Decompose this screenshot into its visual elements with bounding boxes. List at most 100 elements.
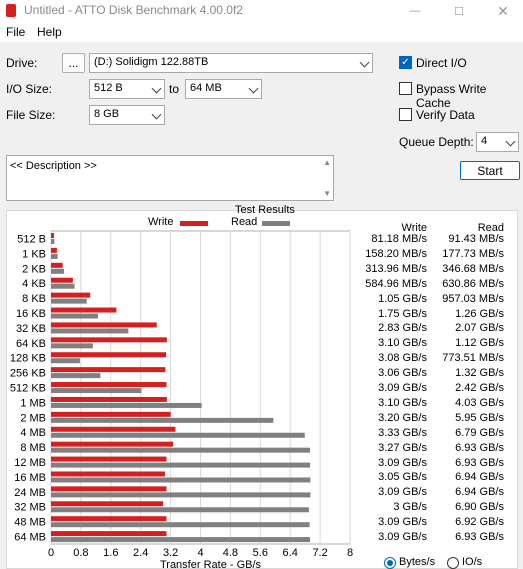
read-value: 4.03 GB/s bbox=[455, 396, 504, 409]
write-bar bbox=[51, 441, 174, 447]
read-value: 346.68 MB/s bbox=[442, 262, 504, 275]
read-value: 630.86 MB/s bbox=[442, 277, 504, 290]
write-value: 3.09 GB/s bbox=[378, 516, 427, 529]
read-value: 6.93 GB/s bbox=[455, 441, 504, 454]
read-value: 6.93 GB/s bbox=[455, 531, 504, 544]
category-label: 2 MB bbox=[20, 412, 46, 424]
bytes-radio[interactable] bbox=[384, 557, 396, 569]
x-tick-label: 4 bbox=[197, 547, 203, 559]
read-bar bbox=[51, 268, 64, 274]
write-value: 313.96 MB/s bbox=[365, 262, 427, 275]
read-bar bbox=[51, 447, 311, 453]
category-label: 64 KB bbox=[16, 338, 46, 350]
io-radio[interactable] bbox=[447, 557, 459, 569]
write-bar bbox=[51, 426, 176, 432]
write-value: 3.20 GB/s bbox=[378, 411, 427, 424]
category-label: 12 MB bbox=[14, 457, 46, 469]
x-tick-label: 6.4 bbox=[283, 547, 298, 559]
write-value: 2.83 GB/s bbox=[378, 322, 427, 335]
read-bar bbox=[51, 298, 87, 304]
read-value: 6.79 GB/s bbox=[455, 426, 504, 439]
write-value: 3.06 GB/s bbox=[378, 367, 427, 380]
read-bar bbox=[51, 283, 75, 289]
read-bar bbox=[51, 239, 55, 244]
read-bar bbox=[51, 492, 311, 498]
read-value: 91.43 MB/s bbox=[448, 233, 504, 245]
write-bar bbox=[51, 486, 167, 492]
write-bar bbox=[51, 337, 167, 343]
write-value: 3.05 GB/s bbox=[378, 471, 427, 484]
category-label: 2 KB bbox=[22, 263, 46, 275]
write-value: 3.08 GB/s bbox=[378, 352, 427, 365]
write-value: 3 GB/s bbox=[393, 501, 427, 514]
read-bar bbox=[51, 313, 99, 319]
write-bar bbox=[51, 262, 63, 268]
category-label: 48 MB bbox=[14, 517, 46, 529]
category-label: 16 KB bbox=[16, 308, 46, 320]
x-tick-label: 8 bbox=[347, 547, 353, 559]
read-value: 1.32 GB/s bbox=[455, 367, 504, 380]
write-value: 3.09 GB/s bbox=[378, 531, 427, 544]
x-axis-title: Transfer Rate - GB/s bbox=[160, 559, 262, 569]
read-value: 1.12 GB/s bbox=[455, 337, 504, 350]
read-bar bbox=[51, 417, 274, 423]
write-bar bbox=[51, 382, 167, 388]
x-tick-label: 0.8 bbox=[73, 547, 88, 559]
category-label: 256 KB bbox=[10, 368, 46, 380]
read-bar bbox=[51, 432, 305, 438]
category-label: 4 KB bbox=[22, 278, 46, 290]
read-value: 773.51 MB/s bbox=[442, 352, 504, 365]
read-bar bbox=[51, 537, 311, 543]
x-tick-label: 1.6 bbox=[103, 547, 118, 559]
x-tick-label: 5.6 bbox=[253, 547, 268, 559]
write-bar bbox=[51, 247, 57, 253]
io-label: IO/s bbox=[462, 556, 483, 568]
write-value: 1.05 GB/s bbox=[378, 292, 427, 305]
x-tick-label: 4.8 bbox=[223, 547, 238, 559]
write-value: 3.09 GB/s bbox=[378, 382, 427, 395]
read-value: 6.94 GB/s bbox=[455, 471, 504, 484]
write-bar bbox=[51, 411, 171, 417]
write-value: 584.96 MB/s bbox=[365, 277, 427, 290]
category-label: 64 MB bbox=[14, 532, 46, 544]
write-bar bbox=[51, 367, 166, 373]
write-bar bbox=[51, 233, 55, 238]
read-bar bbox=[51, 477, 311, 483]
category-label: 512 B bbox=[17, 233, 46, 245]
read-value: 2.07 GB/s bbox=[455, 322, 504, 335]
category-label: 1 KB bbox=[22, 248, 46, 260]
write-bar bbox=[51, 501, 164, 507]
write-bar bbox=[51, 396, 167, 402]
category-label: 1 MB bbox=[20, 397, 46, 409]
write-bar bbox=[51, 322, 157, 328]
write-value: 3.09 GB/s bbox=[378, 456, 427, 469]
read-value: 6.92 GB/s bbox=[455, 516, 504, 529]
read-bar bbox=[51, 253, 58, 259]
category-label: 128 KB bbox=[10, 353, 46, 365]
read-value: 6.93 GB/s bbox=[455, 456, 504, 469]
read-bar bbox=[51, 507, 309, 513]
write-value: 1.75 GB/s bbox=[378, 307, 427, 320]
category-label: 32 KB bbox=[16, 323, 46, 335]
read-bar bbox=[51, 462, 311, 468]
read-value: 2.42 GB/s bbox=[455, 382, 504, 395]
write-bar bbox=[51, 352, 167, 358]
x-tick-label: 3.2 bbox=[163, 547, 178, 559]
read-value: 6.94 GB/s bbox=[455, 486, 504, 499]
write-value: 3.10 GB/s bbox=[378, 396, 427, 409]
read-value: 1.26 GB/s bbox=[455, 307, 504, 320]
category-label: 32 MB bbox=[14, 502, 46, 514]
write-value: 81.18 MB/s bbox=[371, 233, 427, 245]
read-bar bbox=[51, 373, 101, 379]
write-bar bbox=[51, 292, 91, 298]
write-bar bbox=[51, 516, 167, 522]
write-bar bbox=[51, 471, 165, 477]
write-bar bbox=[51, 531, 167, 537]
read-bar bbox=[51, 343, 93, 349]
category-label: 8 MB bbox=[20, 442, 46, 454]
write-value: 3.09 GB/s bbox=[378, 486, 427, 499]
category-label: 24 MB bbox=[14, 487, 46, 499]
write-value: 3.27 GB/s bbox=[378, 441, 427, 454]
bytes-label: Bytes/s bbox=[399, 556, 436, 568]
write-bar bbox=[51, 277, 73, 283]
